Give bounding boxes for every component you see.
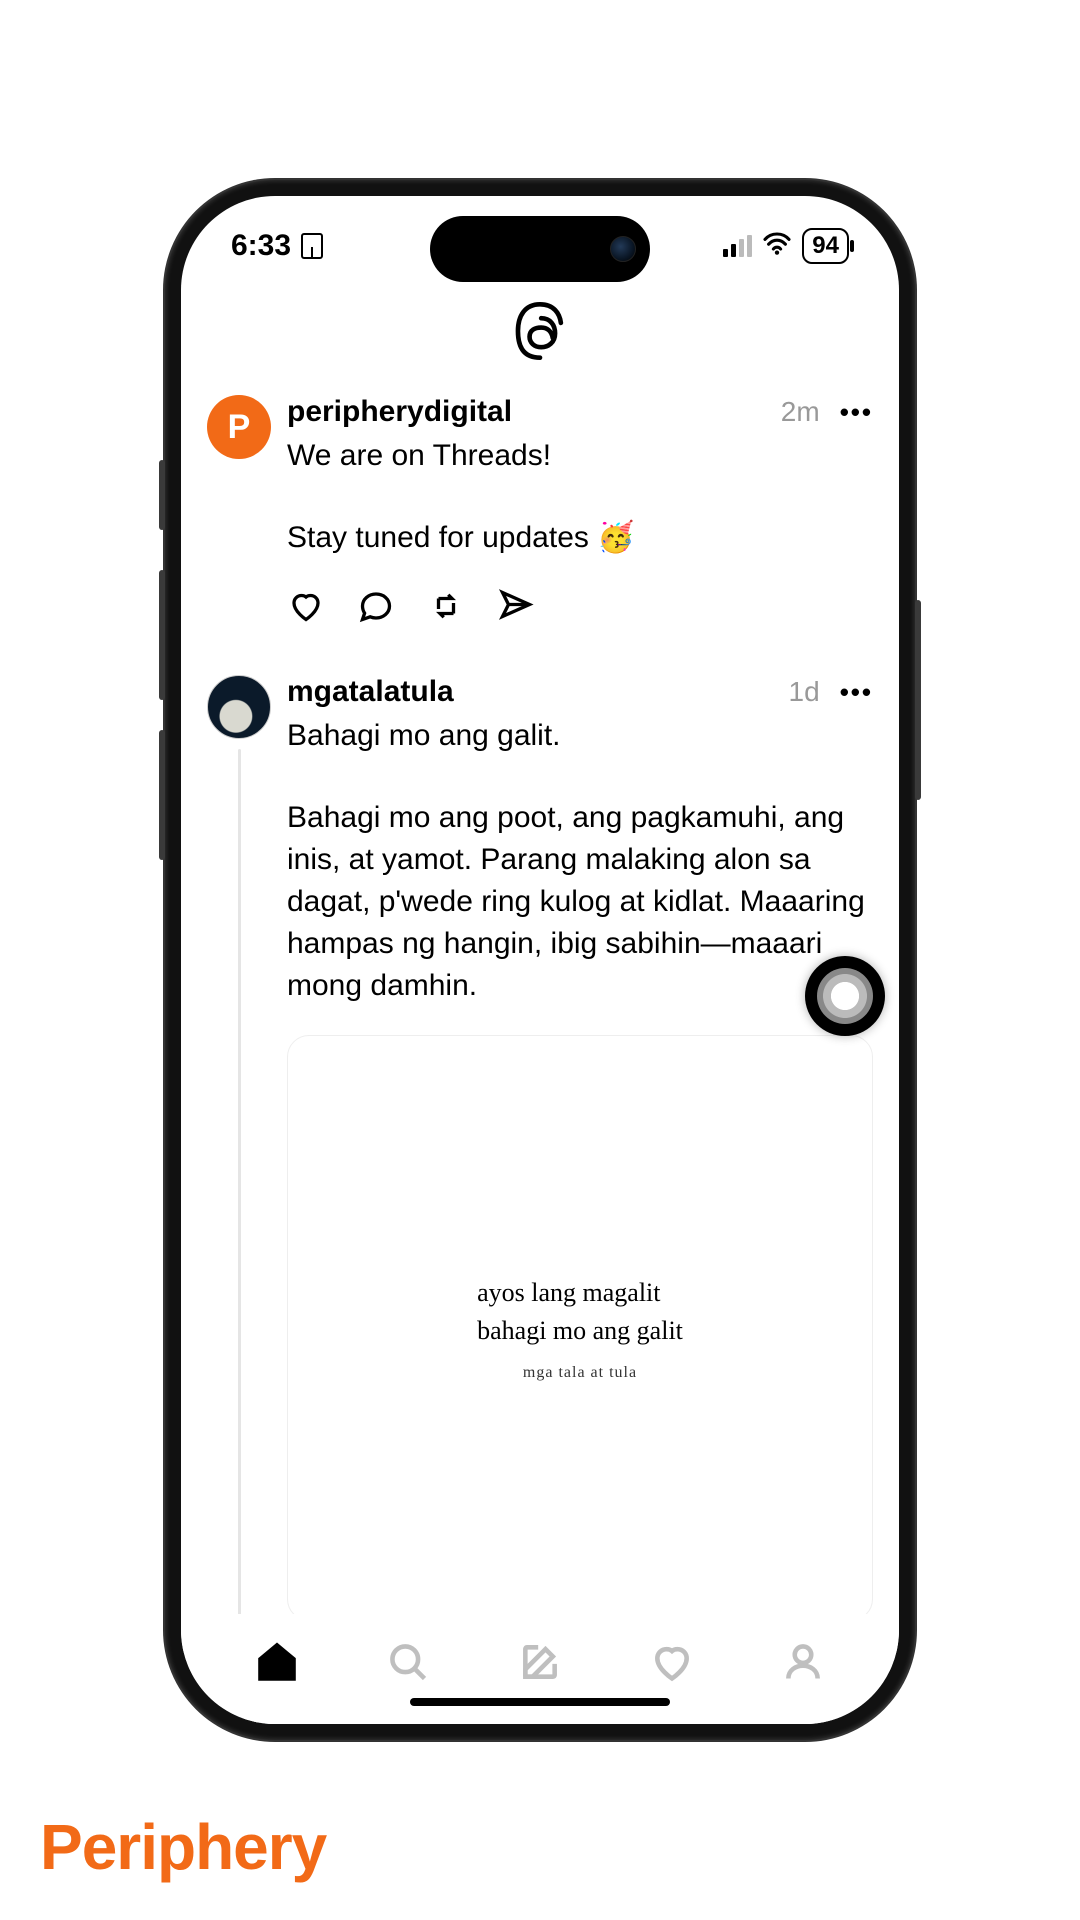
wifi-icon: [762, 229, 792, 263]
comment-button[interactable]: [357, 587, 395, 625]
post-actions: [287, 587, 873, 625]
phone-screen: 6:33 94: [181, 196, 899, 1724]
battery-indicator: 94: [802, 228, 849, 264]
repost-button[interactable]: [427, 587, 465, 625]
image-text-line: bahagi mo ang galit: [477, 1312, 683, 1350]
post-text: Bahagi mo ang galit. Bahagi mo ang poot,…: [287, 715, 873, 1007]
threads-logo-icon[interactable]: [514, 302, 566, 365]
avatar-letter: P: [228, 408, 251, 447]
post-line: Bahagi mo ang galit.: [287, 715, 873, 757]
post: P peripherydigital 2m ••• We are on Thre…: [207, 387, 873, 625]
image-text: ayos lang magalit bahagi mo ang galit: [477, 1274, 683, 1349]
sim-icon: [301, 233, 323, 259]
post-line: Stay tuned for updates 🥳: [287, 517, 873, 559]
nav-profile[interactable]: [777, 1636, 829, 1688]
nav-activity[interactable]: [646, 1636, 698, 1688]
nav-compose[interactable]: [514, 1636, 566, 1688]
avatar[interactable]: P: [207, 395, 271, 459]
volume-down-button: [159, 730, 165, 860]
username[interactable]: mgatalatula: [287, 675, 454, 709]
share-button[interactable]: [497, 587, 535, 625]
image-subtext: mga tala at tula: [523, 1364, 637, 1382]
username[interactable]: peripherydigital: [287, 395, 512, 429]
nav-search[interactable]: [382, 1636, 434, 1688]
cell-signal-icon: [723, 235, 752, 257]
image-text-line: ayos lang magalit: [477, 1274, 683, 1312]
post-image[interactable]: ayos lang magalit bahagi mo ang galit mg…: [287, 1035, 873, 1621]
post-time: 2m: [781, 396, 820, 428]
periphery-logo: Periphery: [40, 1810, 326, 1884]
assistive-touch-button[interactable]: [805, 956, 885, 1036]
post-paragraph: Bahagi mo ang poot, ang pagkamuhi, ang i…: [287, 797, 873, 1007]
status-time: 6:33: [231, 229, 291, 263]
thread-line: [238, 749, 241, 1687]
app-header: [181, 296, 899, 387]
post-line: We are on Threads!: [287, 435, 873, 477]
home-indicator[interactable]: [410, 1698, 670, 1706]
mute-switch: [159, 460, 165, 530]
volume-up-button: [159, 570, 165, 700]
post: mgatalatula 1d ••• Bahagi mo ang galit. …: [207, 667, 873, 1687]
more-options-button[interactable]: •••: [840, 677, 873, 708]
feed[interactable]: P peripherydigital 2m ••• We are on Thre…: [181, 387, 899, 1724]
nav-home[interactable]: [251, 1636, 303, 1688]
phone-mockup: 6:33 94: [165, 180, 915, 1740]
front-camera: [610, 236, 636, 262]
bottom-nav: [181, 1614, 899, 1724]
dynamic-island: [430, 216, 650, 282]
power-button: [915, 600, 921, 800]
like-button[interactable]: [287, 587, 325, 625]
more-options-button[interactable]: •••: [840, 397, 873, 428]
avatar[interactable]: [207, 675, 271, 739]
post-text: We are on Threads! Stay tuned for update…: [287, 435, 873, 559]
post-time: 1d: [789, 676, 820, 708]
